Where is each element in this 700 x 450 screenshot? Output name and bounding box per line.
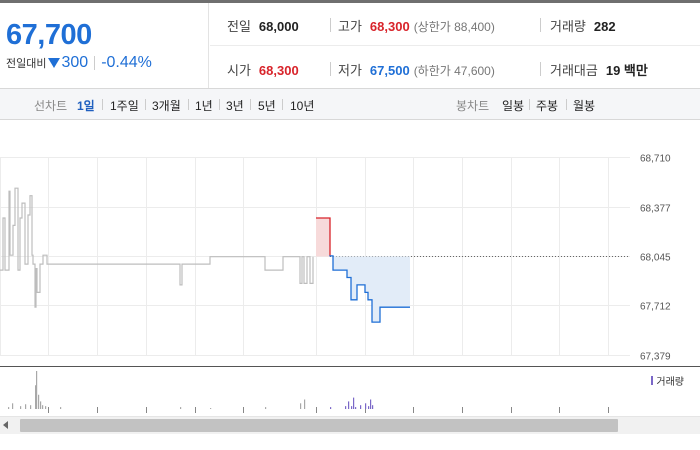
- stat-high: 고가 68,300 (상한가 88,400): [338, 16, 495, 35]
- volume-legend-swatch: [651, 376, 654, 385]
- price-chart-svg: 68,710 68,377 68,045 67,712 67,379: [0, 154, 671, 363]
- scroll-left-arrow-icon[interactable]: [3, 421, 8, 429]
- stat-label: 전일: [227, 19, 251, 34]
- tab-3-years[interactable]: 3년: [226, 97, 244, 114]
- stat-value: 67,500: [369, 63, 410, 78]
- volume-bar: [40, 401, 42, 409]
- volume-bar: [300, 403, 302, 409]
- tab-daily-candle[interactable]: 일봉: [502, 97, 524, 114]
- tab-1-day[interactable]: 1일: [77, 97, 95, 114]
- volume-bar: [365, 403, 367, 409]
- stats-divider: [210, 45, 700, 46]
- stats-panel: 전일 68,000 고가 68,300 (상한가 88,400) 거래량 282…: [210, 3, 700, 88]
- volume-bar: [20, 406, 22, 409]
- y-tick-label: 67,379: [640, 352, 671, 363]
- volume-bar: [304, 399, 306, 409]
- stat-value: 282: [593, 19, 616, 34]
- volume-chart: 거래량: [0, 366, 700, 414]
- tab-1-week[interactable]: 1주일: [110, 97, 139, 114]
- stat-value: 19 백만: [605, 63, 648, 78]
- stat-open: 시가 68,300: [227, 60, 299, 79]
- stat-divider: [540, 62, 541, 76]
- today-down-area: [316, 256, 410, 323]
- stat-limit: (하한가 47,600): [413, 64, 495, 78]
- volume-bar: [353, 397, 355, 409]
- volume-bar: [60, 407, 62, 409]
- y-tick-label: 68,045: [640, 253, 671, 264]
- current-price: 67,700: [6, 19, 92, 51]
- volume-bar: [30, 405, 32, 409]
- tab-divider: [566, 99, 567, 110]
- volume-bar: [345, 406, 347, 409]
- volume-bar: [8, 407, 10, 409]
- tab-divider: [282, 99, 283, 110]
- stat-label: 거래대금: [550, 63, 598, 78]
- y-tick-label: 67,712: [640, 302, 671, 313]
- change-amount: 300: [61, 54, 89, 71]
- candle-chart-label: 봉차트: [456, 99, 490, 113]
- volume-legend-label: 거래량: [656, 377, 684, 388]
- volume-bar: [38, 394, 40, 409]
- stat-prev-close: 전일 68,000: [227, 16, 299, 35]
- tab-weekly-candle[interactable]: 주봉: [536, 97, 558, 114]
- stat-divider: [330, 18, 331, 32]
- price-chart[interactable]: 68,710 68,377 68,045 67,712 67,379: [0, 121, 700, 366]
- volume-bar: [180, 407, 182, 409]
- volume-bar: [36, 371, 38, 409]
- volume-bar: [45, 406, 47, 409]
- tab-5-years[interactable]: 5년: [258, 97, 276, 114]
- stat-value: 68,300: [369, 19, 410, 34]
- volume-bar: [351, 406, 353, 409]
- volume-chart-svg: [8, 371, 609, 413]
- volume-bar: [360, 405, 362, 409]
- stat-low: 저가 67,500 (하한가 47,600): [338, 60, 495, 79]
- stat-label: 저가: [338, 63, 362, 78]
- stat-divider: [330, 62, 331, 76]
- stat-label: 고가: [338, 19, 362, 34]
- tab-divider: [250, 99, 251, 110]
- stat-value: 68,300: [258, 63, 299, 78]
- tab-divider: [529, 99, 530, 110]
- chart-scrollbar[interactable]: [0, 416, 700, 434]
- line-chart-label: 선차트: [34, 99, 68, 113]
- stat-divider: [540, 18, 541, 32]
- y-tick-label: 68,710: [640, 154, 671, 165]
- change-percent: -0.44%: [101, 54, 152, 71]
- history-price-line: [0, 187, 314, 308]
- change-label: 전일대비: [6, 58, 47, 70]
- y-tick-label: 68,377: [640, 204, 671, 215]
- tab-divider: [145, 99, 146, 110]
- stat-label: 시가: [227, 63, 251, 78]
- volume-bar: [265, 407, 267, 409]
- volume-bar: [42, 405, 44, 409]
- tab-divider: [188, 99, 189, 110]
- volume-bar: [370, 399, 372, 409]
- volume-bar: [210, 408, 212, 409]
- tab-divider: [102, 99, 103, 110]
- change-row: 전일대비 300 -0.44%: [6, 54, 152, 72]
- tab-1-year[interactable]: 1년: [195, 97, 213, 114]
- volume-bar: [348, 401, 350, 409]
- volume-bar: [372, 405, 374, 409]
- scrollbar-thumb[interactable]: [20, 419, 618, 432]
- volume-bar: [25, 404, 27, 409]
- volume-bar: [12, 403, 14, 409]
- volume-bar: [368, 406, 370, 409]
- price-panel: 67,700 전일대비 300 -0.44%: [0, 3, 209, 88]
- change-divider: [94, 56, 96, 70]
- volume-legend: 거래량: [651, 373, 684, 388]
- stat-trade-value: 거래대금 19 백만: [550, 60, 648, 79]
- stat-label: 거래량: [550, 19, 586, 34]
- tab-divider: [219, 99, 220, 110]
- stat-volume: 거래량 282: [550, 16, 616, 35]
- stat-value: 68,000: [258, 19, 299, 34]
- tab-monthly-candle[interactable]: 월봉: [573, 97, 595, 114]
- volume-bar: [330, 407, 332, 409]
- volume-bar: [355, 407, 357, 409]
- stat-limit: (상한가 88,400): [413, 20, 495, 34]
- tab-3-months[interactable]: 3개월: [152, 97, 181, 114]
- down-triangle-icon: [48, 58, 61, 68]
- chart-period-tab-bar: 선차트 1일 1주일 3개월 1년 3년 5년 10년 봉차트 일봉 주봉 월봉: [0, 88, 700, 120]
- tab-10-years[interactable]: 10년: [290, 97, 314, 114]
